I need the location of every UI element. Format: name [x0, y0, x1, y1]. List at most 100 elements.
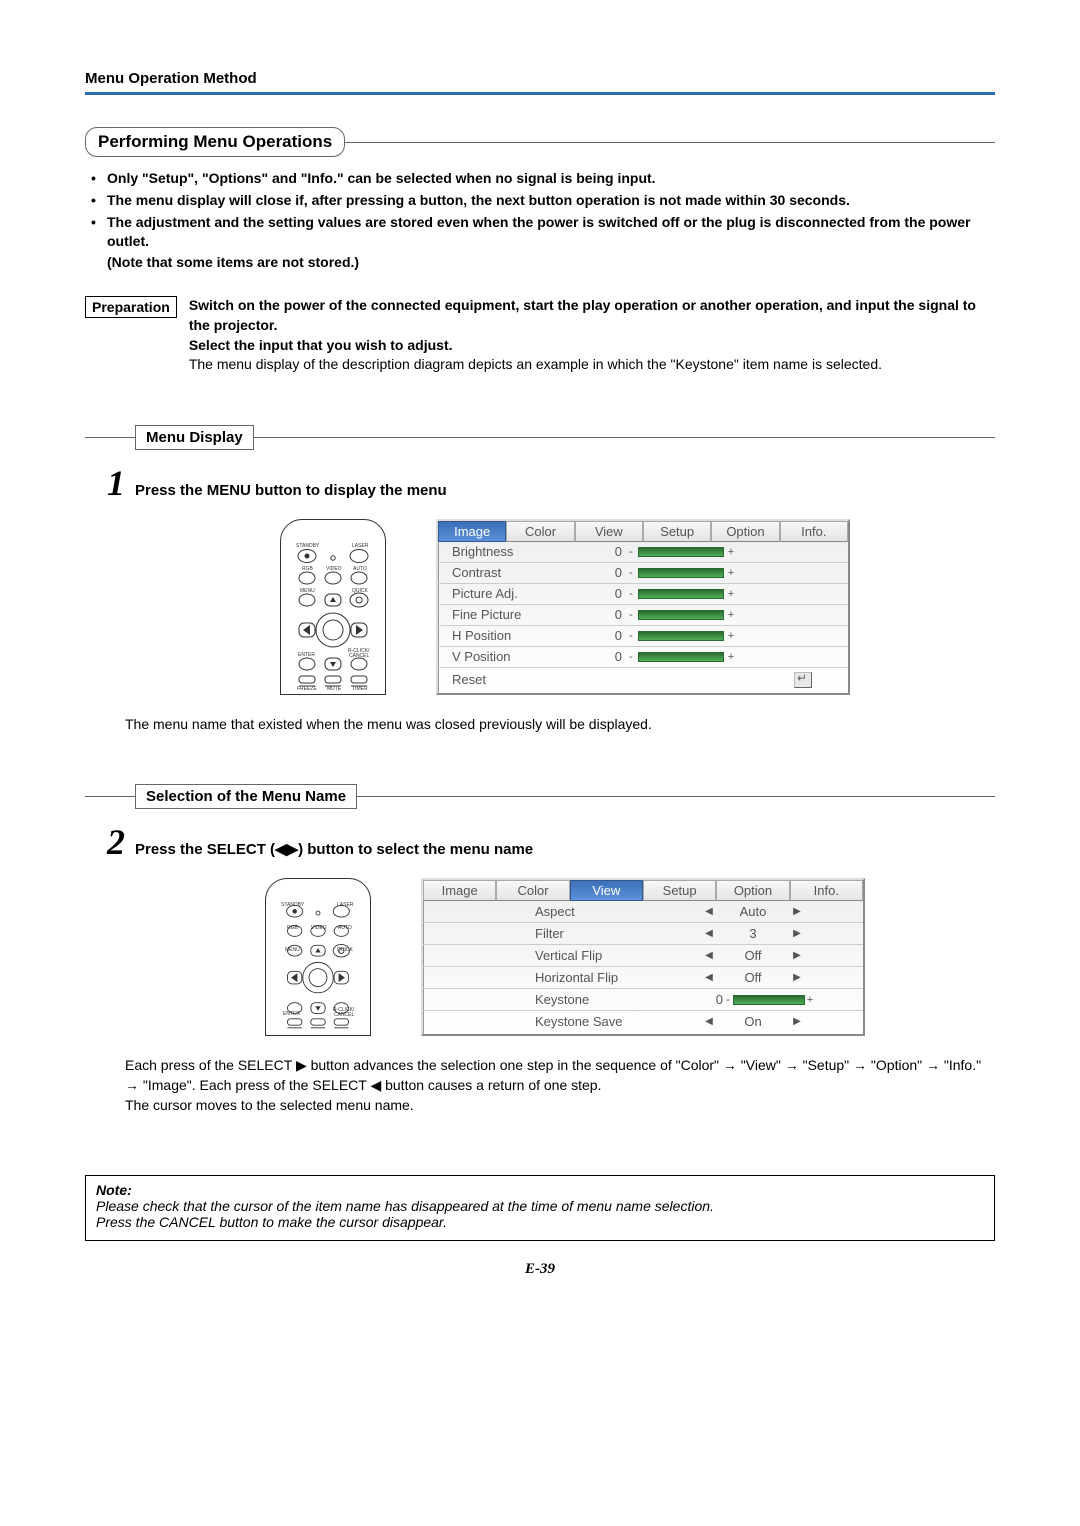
right-triangle-icon: ▶ — [783, 906, 811, 917]
osd-slider-bar — [638, 610, 724, 620]
note-title: Note: — [96, 1182, 984, 1198]
osd-item-label: Aspect — [423, 904, 695, 919]
divider — [85, 796, 135, 797]
remote-label: AUTO — [353, 566, 367, 572]
osd-row: Vertical Flip ◀ Off ▶ — [423, 945, 863, 967]
osd-item-label: Keystone Save — [423, 1014, 695, 1029]
osd-item-value: 0 — [592, 649, 626, 664]
osd-tab: Setup — [643, 521, 711, 542]
osd-tab: Image — [423, 880, 496, 901]
osd-row: Contrast 0 - + — [438, 563, 848, 584]
osd-slider-bar — [638, 547, 724, 557]
osd-menu-view: Image Color View Setup Option Info. Aspe… — [421, 878, 865, 1036]
osd-row: Filter ◀ 3 ▶ — [423, 923, 863, 945]
osd-item-label: H Position — [438, 628, 592, 643]
osd-tab: View — [570, 880, 643, 901]
divider — [85, 437, 135, 438]
remote-label: MUTE — [327, 686, 341, 692]
step2-caption: Each press of the SELECT ▶ button advanc… — [125, 1056, 995, 1115]
osd-item-value: 3 — [723, 926, 783, 941]
osd-item-value: Auto — [723, 904, 783, 919]
osd-tab: View — [575, 521, 643, 542]
osd-tab: Option — [716, 880, 789, 901]
remote-label: MENU — [300, 588, 315, 594]
minus-icon: - — [626, 588, 636, 600]
step1-caption: The menu name that existed when the menu… — [125, 715, 995, 735]
osd-row: Brightness 0 - + — [438, 542, 848, 563]
minus-icon: - — [626, 546, 636, 558]
osd-tab: Color — [496, 880, 569, 901]
osd-item-value: 0 — [592, 607, 626, 622]
osd-tab: Info. — [780, 521, 848, 542]
osd-item-value: 0 — [592, 544, 626, 559]
bullet-subtext: (Note that some items are not stored.) — [107, 253, 995, 272]
left-triangle-icon: ◀ — [695, 1016, 723, 1027]
remote-label: QUICK — [337, 947, 353, 953]
step-instruction: Press the SELECT (◀▶) button to select t… — [135, 840, 533, 858]
osd-tab: Info. — [790, 880, 863, 901]
plus-icon: + — [726, 651, 736, 663]
remote-label: ENTER — [298, 652, 315, 658]
plus-icon: + — [726, 609, 736, 621]
preparation-line3: The menu display of the description diag… — [189, 356, 882, 372]
divider — [357, 796, 995, 797]
right-triangle-icon: ▶ — [783, 1016, 811, 1027]
osd-item-value: 0 — [695, 992, 723, 1007]
left-triangle-icon: ◀ — [695, 906, 723, 917]
minus-icon: - — [626, 630, 636, 642]
osd-item-value: 0 — [592, 565, 626, 580]
enter-icon — [794, 672, 812, 688]
minus-icon: - — [626, 609, 636, 621]
osd-row: Keystone 0 - + — [423, 989, 863, 1011]
divider — [344, 142, 995, 143]
note-box: Note: Please check that the cursor of th… — [85, 1175, 995, 1241]
osd-item-label: Brightness — [438, 544, 592, 559]
remote-label: RGB — [302, 566, 313, 572]
remote-label: QUICK — [352, 588, 368, 594]
remote-diagram: STANDBY LASER RGB VIDEO AUTO MENU QUICK … — [265, 878, 371, 1036]
page-header: Menu Operation Method — [85, 70, 995, 95]
section-title: Performing Menu Operations — [85, 127, 345, 157]
step-number: 1 — [85, 462, 125, 504]
remote-label: LASER — [352, 543, 368, 549]
osd-item-label: Picture Adj. — [438, 586, 592, 601]
bullet-item: The adjustment and the setting values ar… — [91, 213, 995, 272]
remote-label: AUTO — [338, 925, 352, 931]
plus-icon: + — [726, 546, 736, 558]
osd-row: Picture Adj. 0 - + — [438, 584, 848, 605]
osd-item-label: Horizontal Flip — [423, 970, 695, 985]
remote-label: STANDBY — [296, 543, 319, 549]
osd-item-value: Off — [723, 970, 783, 985]
remote-label: MENU — [285, 947, 300, 953]
page-number: E-39 — [85, 1261, 995, 1278]
osd-item-label: Contrast — [438, 565, 592, 580]
osd-tab: Option — [711, 521, 779, 542]
right-triangle-icon: ▶ — [783, 928, 811, 939]
osd-item-value: 0 — [592, 586, 626, 601]
osd-item-label: V Position — [438, 649, 592, 664]
remote-label: FREEZE — [297, 686, 317, 692]
minus-icon: - — [626, 651, 636, 663]
bullet-item: Only "Setup", "Options" and "Info." can … — [91, 169, 995, 188]
osd-item-label: Keystone — [423, 992, 695, 1007]
remote-label: ENTER — [283, 1011, 300, 1017]
remote-label: LASER — [337, 902, 353, 908]
osd-row: Horizontal Flip ◀ Off ▶ — [423, 967, 863, 989]
minus-icon: - — [626, 567, 636, 579]
osd-item-label: Reset — [438, 672, 592, 687]
plus-icon: + — [805, 994, 815, 1006]
right-triangle-icon: ▶ — [783, 972, 811, 983]
osd-row: H Position 0 - + — [438, 626, 848, 647]
osd-item-label: Fine Picture — [438, 607, 592, 622]
osd-item-label: Filter — [423, 926, 695, 941]
divider — [254, 437, 995, 438]
minus-icon: - — [723, 994, 733, 1006]
remote-diagram: STANDBY LASER RGB VIDEO AUTO MENU QUICK … — [280, 519, 386, 695]
osd-item-value: Off — [723, 948, 783, 963]
osd-row: Keystone Save ◀ On ▶ — [423, 1011, 863, 1032]
remote-label: VIDEO — [326, 566, 342, 572]
osd-slider-bar — [638, 652, 724, 662]
step-subtitle: Menu Display — [135, 425, 254, 450]
osd-slider-bar — [638, 631, 724, 641]
osd-tab: Image — [438, 521, 506, 542]
